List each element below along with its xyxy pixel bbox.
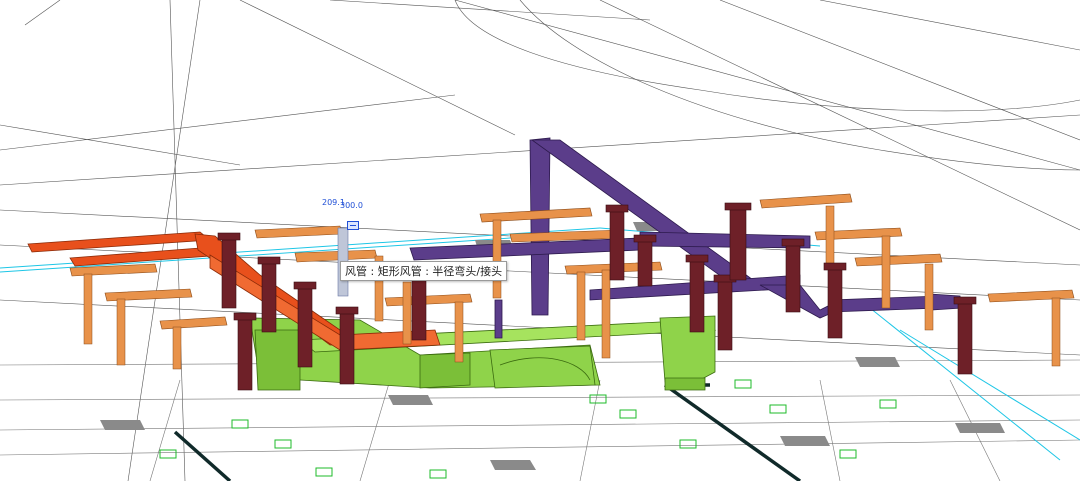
element-tooltip: 风管 : 矩形风管 : 半径弯头/接头 [340, 261, 508, 281]
model-canvas[interactable] [0, 0, 1080, 483]
floor-walls [173, 383, 802, 483]
resize-grip-icon[interactable] [347, 221, 359, 230]
dimension-label-height[interactable]: 300.0 [340, 201, 363, 210]
3d-model-viewport[interactable]: 209.1 300.0 风管 : 矩形风管 : 半径弯头/接头 [0, 0, 1080, 483]
